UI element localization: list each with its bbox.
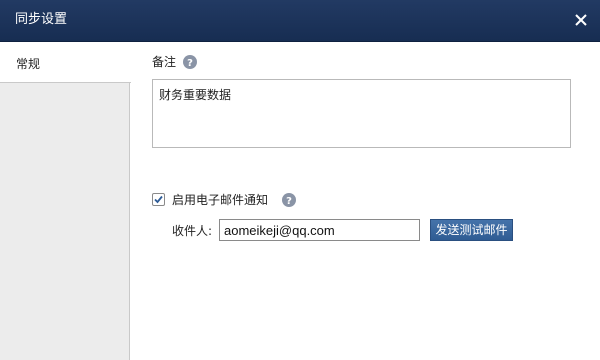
help-icon[interactable]: ? [282, 193, 296, 207]
window-title: 同步设置 [15, 12, 68, 27]
sidebar-item-label: 常规 [16, 57, 41, 71]
send-test-email-button[interactable]: 发送测试邮件 [430, 219, 513, 241]
title-bar: 同步设置 [0, 0, 600, 42]
svg-text:?: ? [286, 196, 292, 207]
sidebar-item-general[interactable]: 常规 [0, 42, 131, 83]
recipient-label: 收件人: [172, 224, 213, 238]
sync-settings-dialog: 同步设置 常规 备注 ? 财务重要数据 启用电子邮件通知 ? 收件人: aome… [0, 0, 600, 360]
help-icon[interactable]: ? [183, 55, 197, 69]
notes-textarea[interactable]: 财务重要数据 [152, 79, 571, 148]
close-button[interactable] [570, 9, 592, 31]
svg-text:?: ? [187, 58, 193, 69]
close-icon [575, 14, 587, 26]
sidebar: 常规 [0, 42, 131, 360]
recipient-email-input[interactable] [219, 219, 420, 241]
email-notify-label: 启用电子邮件通知 [172, 193, 269, 207]
email-notify-checkbox[interactable] [152, 193, 165, 206]
notes-label: 备注 [152, 55, 177, 69]
checkmark-icon [154, 195, 163, 204]
settings-panel: 备注 ? 财务重要数据 启用电子邮件通知 ? 收件人: 发送测试邮件 [131, 42, 600, 360]
